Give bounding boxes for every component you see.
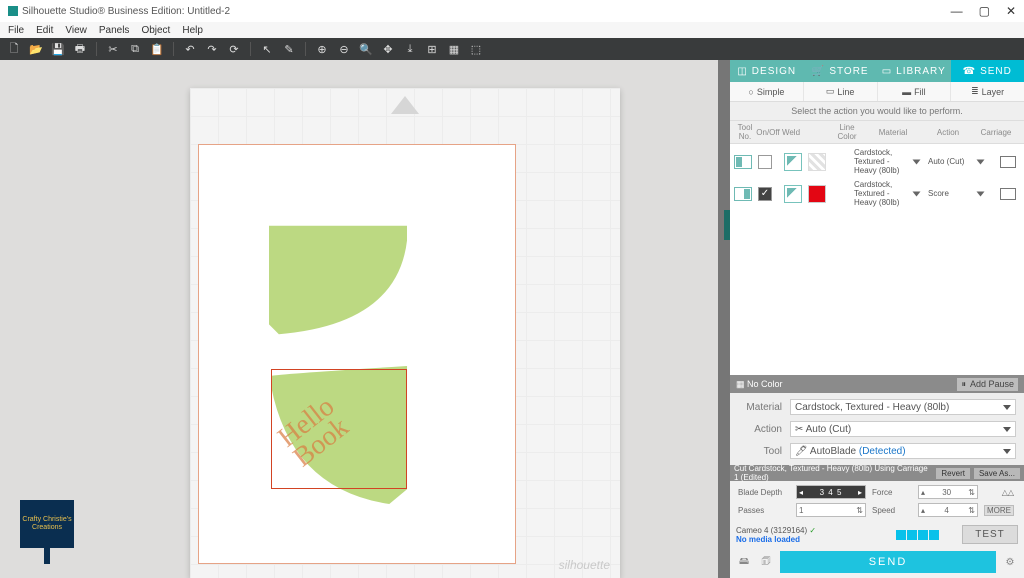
- zoom-select-icon[interactable]: 🔍: [358, 41, 374, 57]
- zoom-out-icon[interactable]: ⊖: [336, 41, 352, 57]
- material-text: Cardstock, Textured - Heavy (80lb): [854, 148, 912, 175]
- refresh-icon[interactable]: ⟳: [226, 41, 242, 57]
- menubar: File Edit View Panels Object Help: [0, 22, 1024, 38]
- titlebar: Silhouette Studio® Business Edition: Unt…: [0, 0, 1024, 22]
- window-title: Silhouette Studio® Business Edition: Unt…: [22, 6, 230, 17]
- dropdown-icon[interactable]: [913, 159, 921, 164]
- force-input[interactable]: ▴30⇅: [918, 485, 978, 499]
- toolbar: 🗋 📂 💾 🖶 ✂ ⧉ 📋 ↶ ↷ ⟳ ↖ ✎ ⊕ ⊖ 🔍 ✥ ⤓ ⊞ ▦ ⬚: [0, 38, 1024, 60]
- device-name: Cameo 4 (3129164) ✓: [736, 526, 890, 535]
- fit-width-icon[interactable]: ⊞: [424, 41, 440, 57]
- tab-send[interactable]: ☎ SEND: [951, 60, 1024, 82]
- app-icon: [8, 6, 18, 16]
- passes-input[interactable]: 1⇅: [796, 503, 866, 517]
- select-icon[interactable]: ↖: [259, 41, 275, 57]
- watermark: silhouette: [559, 558, 610, 572]
- action-dropdown[interactable]: ✂ Auto (Cut): [790, 421, 1016, 437]
- subtab-fill[interactable]: ▬ Fill: [878, 82, 952, 101]
- material-text: Cardstock, Textured - Heavy (80lb): [854, 180, 912, 207]
- device-icon[interactable]: 🖴: [736, 554, 752, 570]
- linecolor-swatch[interactable]: [808, 185, 826, 203]
- subtab-simple[interactable]: ○ Simple: [730, 82, 804, 101]
- menu-object[interactable]: Object: [141, 25, 170, 36]
- column-headers: Tool No.On/OffWeldLine ColorMaterialActi…: [730, 121, 1024, 144]
- action-text: Score: [928, 189, 976, 198]
- send-button[interactable]: SEND: [780, 551, 996, 573]
- add-pause-button[interactable]: ⏸ Add Pause: [957, 378, 1018, 391]
- media-status: No media loaded: [736, 535, 890, 544]
- weld-icon[interactable]: [784, 185, 802, 203]
- shape-quarter-top[interactable]: [269, 225, 407, 335]
- print-icon[interactable]: 🖶: [72, 41, 88, 57]
- tool-dropdown[interactable]: 🖊 AutoBlade (Detected): [790, 443, 1016, 459]
- linecolor-swatch[interactable]: [808, 153, 826, 171]
- saveas-button[interactable]: Save As...: [974, 468, 1020, 479]
- tab-store[interactable]: 🛒 STORE: [804, 60, 878, 82]
- new-file-icon[interactable]: 🗋: [6, 41, 22, 57]
- menu-edit[interactable]: Edit: [36, 25, 53, 36]
- open-icon[interactable]: 📂: [28, 41, 44, 57]
- settings-gear-icon[interactable]: ⚙: [1002, 554, 1018, 570]
- position-arrows[interactable]: [896, 530, 956, 540]
- layer-row-2[interactable]: ✓ Cardstock, Textured - Heavy (80lb) Sco…: [734, 180, 1020, 204]
- speed-input[interactable]: ▴4⇅: [918, 503, 978, 517]
- feed-arrow-icon: [391, 96, 419, 114]
- carriage-icon[interactable]: [1000, 188, 1016, 200]
- close-button[interactable]: ✕: [1006, 4, 1016, 18]
- onoff-checkbox[interactable]: [758, 155, 772, 169]
- menu-view[interactable]: View: [65, 25, 87, 36]
- dropdown-icon[interactable]: [913, 191, 921, 196]
- tab-library[interactable]: ▭ LIBRARY: [877, 60, 951, 82]
- dropdown-icon[interactable]: [977, 159, 985, 164]
- layer-row-1[interactable]: Cardstock, Textured - Heavy (80lb) Auto …: [734, 148, 1020, 172]
- dropdown-icon[interactable]: [977, 191, 985, 196]
- menu-file[interactable]: File: [8, 25, 24, 36]
- panel-divider[interactable]: [718, 60, 730, 578]
- tool-number-toggle[interactable]: [734, 187, 752, 201]
- fit-page-icon[interactable]: ⤓: [402, 41, 418, 57]
- menu-help[interactable]: Help: [182, 25, 203, 36]
- tab-design[interactable]: ◫ DESIGN: [730, 60, 804, 82]
- onoff-checkbox[interactable]: ✓: [758, 187, 772, 201]
- creator-logo: Crafty Christie's Creations: [20, 500, 74, 564]
- menu-panels[interactable]: Panels: [99, 25, 130, 36]
- cut-outline: [271, 369, 407, 489]
- tool-number-toggle[interactable]: [734, 155, 752, 169]
- instruction-text: Select the action you would like to perf…: [730, 102, 1024, 121]
- canvas[interactable]: Hello Book silhouette Crafty Christie's …: [0, 60, 718, 578]
- revert-button[interactable]: Revert: [936, 468, 970, 479]
- subtab-line[interactable]: ▭ Line: [804, 82, 878, 101]
- blade-depth-input[interactable]: ◂ 3 4 5 ▸: [796, 485, 866, 499]
- registration-icon[interactable]: ⬚: [468, 41, 484, 57]
- undo-icon[interactable]: ↶: [182, 41, 198, 57]
- cut-info-text: Cut Cardstock, Textured - Heavy (80lb) U…: [734, 464, 932, 482]
- paste-icon[interactable]: 📋: [149, 41, 165, 57]
- redo-icon[interactable]: ↷: [204, 41, 220, 57]
- minimize-button[interactable]: —: [951, 4, 963, 18]
- subtab-layer[interactable]: ≣ Layer: [951, 82, 1024, 101]
- copy-icon[interactable]: ⧉: [127, 41, 143, 57]
- nocolor-label: No Color: [747, 379, 783, 389]
- cutting-mat: Hello Book silhouette: [190, 88, 620, 578]
- queue-icon[interactable]: 🗊: [758, 554, 774, 570]
- design-page: Hello Book: [198, 144, 516, 564]
- edit-points-icon[interactable]: ✎: [281, 41, 297, 57]
- carriage-icon[interactable]: [1000, 156, 1016, 168]
- cut-icon[interactable]: ✂: [105, 41, 121, 57]
- weld-icon[interactable]: [784, 153, 802, 171]
- send-panel: ◫ DESIGN 🛒 STORE ▭ LIBRARY ☎ SEND ○ Simp…: [730, 60, 1024, 578]
- zoom-drag-icon[interactable]: ✥: [380, 41, 396, 57]
- grid-icon[interactable]: ▦: [446, 41, 462, 57]
- test-button[interactable]: TEST: [962, 525, 1018, 544]
- save-icon[interactable]: 💾: [50, 41, 66, 57]
- action-text: Auto (Cut): [928, 157, 976, 166]
- zoom-in-icon[interactable]: ⊕: [314, 41, 330, 57]
- material-dropdown[interactable]: Cardstock, Textured - Heavy (80lb): [790, 399, 1016, 415]
- more-button[interactable]: MORE: [984, 505, 1014, 516]
- maximize-button[interactable]: ▢: [979, 4, 990, 18]
